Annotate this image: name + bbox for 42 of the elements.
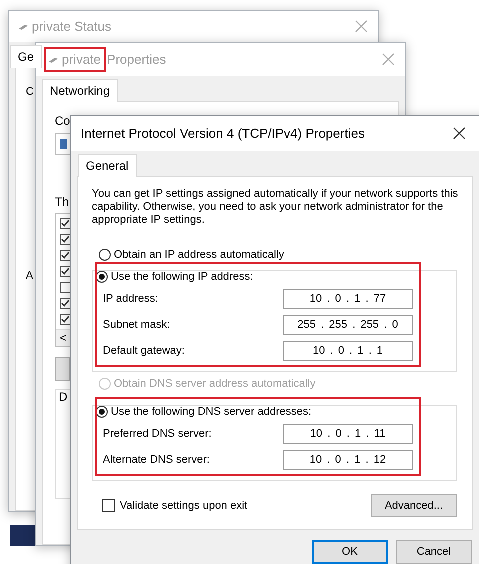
field-label: Co	[55, 114, 70, 128]
section-label: A	[26, 270, 34, 282]
ok-button[interactable]: OK	[312, 540, 388, 564]
field-label: Th	[55, 195, 70, 209]
advanced-button[interactable]: Advanced...	[371, 494, 457, 517]
checkbox[interactable]	[60, 266, 71, 277]
radio-button[interactable]: Use the following DNS server addresses:	[96, 406, 312, 418]
cancel-button[interactable]: Cancel	[396, 540, 472, 564]
checkbox[interactable]: Validate settings upon exit	[102, 499, 248, 512]
close-button[interactable]	[453, 127, 466, 140]
window-title: Properties	[107, 52, 166, 67]
ip-address-field[interactable]: 255 . 255 . 255 . 0	[283, 315, 413, 335]
group-label: D	[57, 390, 70, 404]
checkbox[interactable]	[60, 314, 71, 325]
section-label: C	[26, 86, 34, 98]
radio-button[interactable]: Obtain an IP address automatically	[99, 249, 284, 261]
description-text: You can get IP settings assigned automatically if your network supports this capability. Otherwise, you need to ask your network administrator for the appropriate IP settings.	[92, 188, 460, 227]
tab[interactable]: General	[78, 154, 137, 177]
field-label: Preferred DNS server:	[103, 428, 213, 440]
ip-address-field[interactable]: 10 . 0 . 1 . 11	[283, 424, 413, 444]
checkbox[interactable]	[60, 298, 71, 309]
ip-address-field[interactable]: 10 . 0 . 1 . 12	[283, 450, 413, 470]
field-label: Alternate DNS server:	[103, 454, 211, 466]
checkbox[interactable]	[60, 218, 71, 229]
field-label: Default gateway:	[103, 345, 186, 357]
adapter-icon	[60, 139, 67, 149]
scroll-left-button[interactable]: <	[60, 331, 68, 345]
window-title: Internet Protocol Version 4 (TCP/IPv4) Properties	[81, 126, 365, 141]
field-label: Subnet mask:	[103, 319, 172, 331]
network-name: private	[62, 52, 102, 67]
radio-button[interactable]: Use the following IP address:	[96, 271, 254, 283]
checkbox[interactable]	[60, 234, 71, 245]
checkbox[interactable]	[60, 282, 71, 293]
window-title: private Status	[32, 19, 112, 34]
ip-address-field[interactable]: 10 . 0 . 1 . 77	[283, 289, 413, 309]
network-icon	[49, 56, 58, 62]
network-icon	[19, 24, 28, 30]
tab[interactable]: Ge	[10, 45, 42, 68]
checkbox[interactable]	[60, 250, 71, 261]
field-label: IP address:	[103, 293, 160, 305]
ip-address-field[interactable]: 10 . 0 . 1 . 1	[283, 341, 413, 361]
tab[interactable]: Networking	[42, 79, 118, 102]
